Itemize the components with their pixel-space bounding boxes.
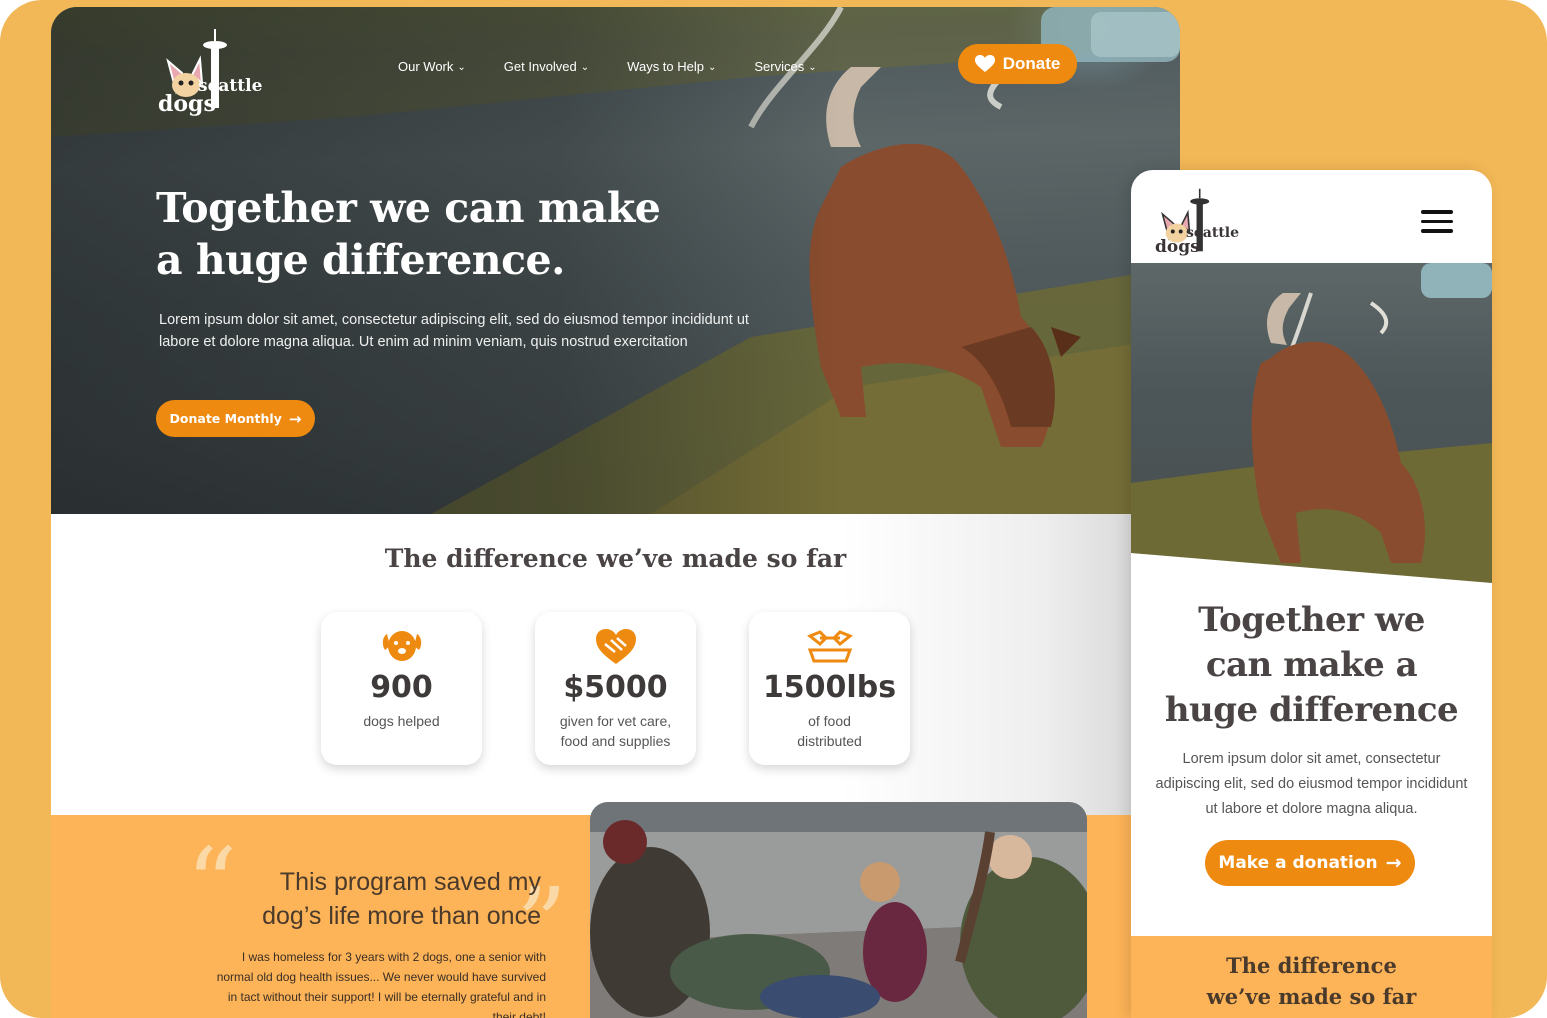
logo-line2: dogs — [1155, 237, 1200, 257]
testimonial-quote-line2: dog’s life more than once — [262, 902, 541, 930]
stat-desc-line1: dogs helped — [363, 713, 440, 729]
stats-section: The difference we’ve made so far 900 dog… — [51, 514, 1180, 824]
main-nav: Our Work ⌄ Get Involved ⌄ Ways to Help ⌄… — [398, 59, 855, 74]
stat-desc-line2: distributed — [797, 733, 862, 749]
nav-item-services[interactable]: Services ⌄ — [754, 59, 816, 74]
nav-item-label: Ways to Help — [627, 59, 704, 74]
chevron-down-icon: ⌄ — [457, 62, 466, 73]
heart-icon — [974, 55, 995, 72]
mobile-stats-title-line1: The difference — [1226, 953, 1397, 978]
nav-item-label: Our Work — [398, 59, 454, 74]
arrow-right-icon: → — [1385, 852, 1402, 874]
nav-item-our-work[interactable]: Our Work ⌄ — [398, 59, 466, 74]
donate-button-label: Donate — [1002, 54, 1061, 73]
nav-item-label: Services — [754, 59, 805, 74]
mobile-hero-art — [1131, 263, 1492, 593]
donate-button[interactable]: Donate — [958, 44, 1077, 84]
mobile-stats-title: The difference we’ve made so far — [1181, 950, 1442, 1012]
mobile-hero-title: Together we can make a huge difference — [1164, 600, 1459, 730]
hero-section: seattle dogs Our Work ⌄ Get Involved ⌄ W… — [51, 7, 1180, 514]
mobile-hero-body: Lorem ipsum dolor sit amet, consectetur … — [1155, 751, 1468, 817]
chevron-down-icon: ⌄ — [708, 62, 717, 73]
nav-item-get-involved[interactable]: Get Involved ⌄ — [504, 59, 589, 74]
donate-monthly-label: Donate Monthly — [169, 411, 282, 426]
testimonial-quote: This program saved my dog’s life more th… — [211, 865, 541, 933]
dog-face-icon — [382, 631, 421, 661]
hero-title: Together we can make a huge difference. — [156, 182, 716, 286]
nav-item-ways-to-help[interactable]: Ways to Help ⌄ — [627, 59, 716, 74]
mobile-mockup: seattle dogs Together we can make a huge — [1131, 170, 1492, 1018]
stats-title: The difference we’ve made so far — [384, 544, 847, 573]
testimonial-quote-line1: This program saved my — [279, 868, 541, 896]
heart-handshake-icon — [595, 629, 636, 664]
stat-card-money: $5000 given for vet care, food and suppl… — [535, 612, 696, 765]
testimonial-body: I was homeless for 3 years with 2 dogs, … — [216, 950, 546, 1018]
stat-value: $5000 — [563, 670, 668, 705]
stat-desc-line1: of food — [808, 713, 851, 729]
volunteers-photo-art — [590, 802, 1087, 1018]
dog-bowl-icon — [806, 630, 853, 663]
make-donation-button[interactable]: Make a donation → — [1205, 840, 1415, 886]
mobile-hero-photo — [1131, 263, 1492, 593]
brand-logo-mobile[interactable]: seattle dogs — [1153, 182, 1248, 262]
stat-card-dogs: 900 dogs helped — [321, 612, 482, 765]
make-donation-label: Make a donation — [1218, 853, 1378, 873]
logo-line2: dogs — [158, 91, 216, 117]
hero-body: Lorem ipsum dolor sit amet, consectetur … — [159, 312, 749, 350]
chevron-down-icon: ⌄ — [808, 62, 817, 73]
hero-title-line2: a huge difference. — [156, 236, 565, 284]
mobile-stats-title-line2: we’ve made so far — [1206, 984, 1417, 1009]
showcase-background: seattle dogs Our Work ⌄ Get Involved ⌄ W… — [0, 0, 1547, 1018]
brand-logo[interactable]: seattle dogs — [156, 21, 276, 121]
stat-desc-line1: given for vet care, — [559, 713, 672, 729]
menu-icon[interactable] — [1421, 210, 1455, 236]
stat-value: 900 — [370, 670, 433, 705]
donate-monthly-button[interactable]: Donate Monthly → — [156, 400, 315, 437]
stat-value: 1500lbs — [762, 670, 897, 705]
chevron-down-icon: ⌄ — [580, 62, 590, 73]
stat-card-food: 1500lbs of food distributed — [749, 612, 910, 765]
mobile-stats-section: The difference we’ve made so far — [1131, 936, 1492, 1018]
desktop-mockup: seattle dogs Our Work ⌄ Get Involved ⌄ W… — [51, 7, 1180, 1018]
volunteers-photo — [590, 802, 1087, 1018]
stat-desc-line2: food and supplies — [560, 733, 671, 749]
nav-item-label: Get Involved — [503, 59, 577, 74]
hero-title-line1: Together we can make — [156, 184, 661, 232]
arrow-right-icon: → — [288, 409, 302, 428]
